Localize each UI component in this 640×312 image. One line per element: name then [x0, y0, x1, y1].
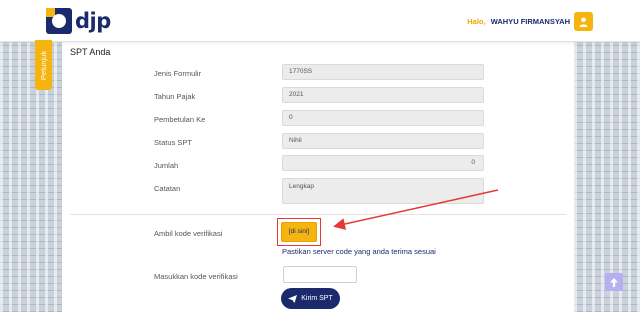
label-tahun-pajak: Tahun Pajak	[154, 92, 196, 101]
label-jenis-formulir: Jenis Formulir	[154, 69, 202, 78]
label-jumlah: Jumlah	[154, 161, 179, 170]
verification-code-input[interactable]	[283, 266, 357, 283]
arrow-up-icon	[610, 277, 618, 287]
field-jumlah: 0	[282, 155, 484, 171]
label-masukkan-kode: Masukkan kode verifikasi	[154, 272, 238, 281]
kirim-spt-label: Kirim SPT	[301, 295, 333, 302]
logo-mark-icon	[46, 8, 72, 34]
label-catatan: Catatan	[154, 184, 181, 193]
label-ambil-kode: Ambil kode verifikasi	[154, 229, 223, 238]
spt-card: SPT Anda Jenis Formulir 1770SS Tahun Paj…	[62, 42, 574, 312]
top-navbar: djp Halo, WAHYU FIRMANSYAH	[0, 0, 640, 42]
field-status-spt: Nihil	[282, 133, 484, 149]
scroll-to-top-button[interactable]	[605, 273, 623, 291]
card-title: SPT Anda	[70, 47, 111, 57]
section-divider	[70, 214, 566, 215]
petunjuk-label: Petunjuk	[39, 50, 48, 80]
field-tahun-pajak: 2021	[282, 87, 484, 103]
paper-plane-icon	[288, 294, 298, 303]
background-building-right	[574, 42, 640, 312]
user-name[interactable]: WAHYU FIRMANSYAH	[491, 17, 570, 26]
field-jenis-formulir: 1770SS	[282, 64, 484, 80]
field-catatan: Lengkap	[282, 178, 484, 204]
get-verification-code-button[interactable]: [di sini]	[281, 222, 317, 242]
user-avatar-button[interactable]	[574, 12, 593, 31]
petunjuk-tab[interactable]: Petunjuk	[35, 40, 52, 90]
kirim-spt-button[interactable]: Kirim SPT	[281, 288, 340, 309]
greeting-text: Halo,	[467, 17, 486, 26]
user-icon	[579, 17, 588, 27]
djp-logo[interactable]: djp	[46, 8, 111, 34]
field-pembetulan-ke: 0	[282, 110, 484, 126]
user-greeting: Halo, WAHYU FIRMANSYAH	[467, 17, 570, 26]
verification-hint: Pastikan server code yang anda terima se…	[282, 247, 436, 256]
label-status-spt: Status SPT	[154, 138, 192, 147]
logo-text: djp	[75, 9, 111, 33]
label-pembetulan-ke: Pembetulan Ke	[154, 115, 206, 124]
background-building-left	[0, 42, 62, 312]
